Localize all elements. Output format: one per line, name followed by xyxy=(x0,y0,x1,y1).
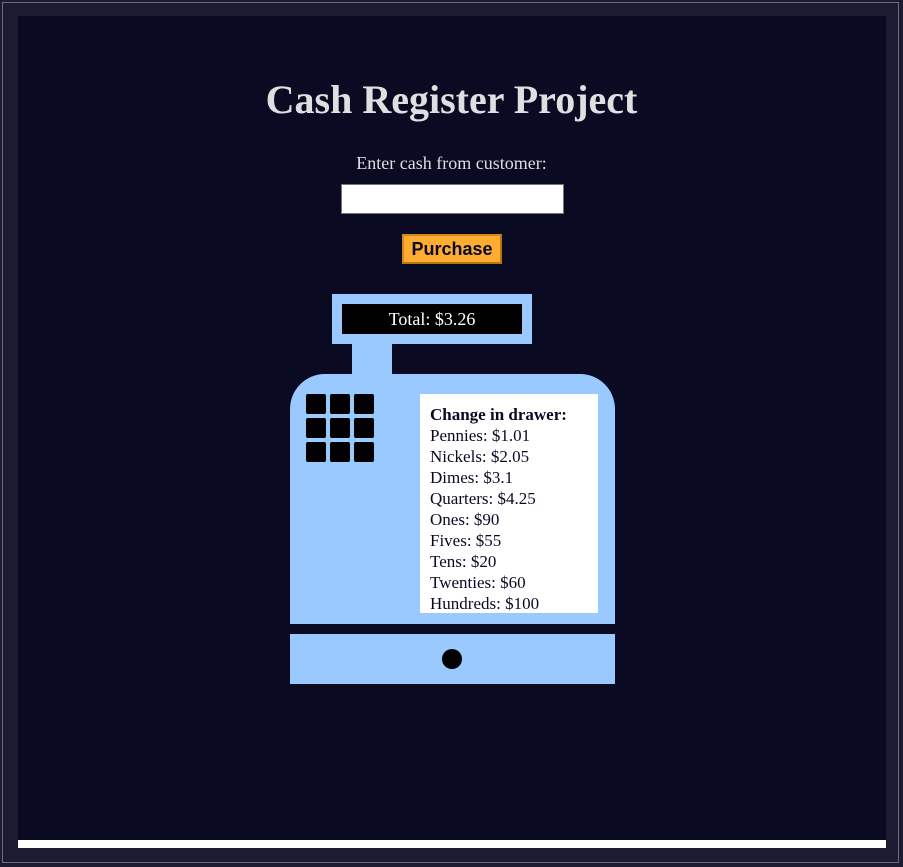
drawer-line-dimes: Dimes: $3.1 xyxy=(430,468,514,487)
drawer-line-tens: Tens: $20 xyxy=(430,552,497,571)
keypad-key xyxy=(306,394,326,414)
drawer-line-nickels: Nickels: $2.05 xyxy=(430,447,530,466)
keypad-key xyxy=(354,418,374,438)
drawer-line-pennies: Pennies: $1.01 xyxy=(430,426,531,445)
purchase-button[interactable]: Purchase xyxy=(402,234,502,264)
cash-drawer xyxy=(290,634,615,684)
change-in-drawer-heading: Change in drawer: xyxy=(430,405,567,424)
register-body: Change in drawer: Pennies: $1.01 Nickels… xyxy=(290,374,615,624)
drawer-line-quarters: Quarters: $4.25 xyxy=(430,489,536,508)
change-in-drawer-panel: Change in drawer: Pennies: $1.01 Nickels… xyxy=(420,394,598,613)
drawer-line-ones: Ones: $90 xyxy=(430,510,500,529)
drawer-line-hundreds: Hundreds: $100 xyxy=(430,594,540,613)
knob-icon xyxy=(442,649,462,669)
keypad-key xyxy=(330,442,350,462)
keypad-key xyxy=(306,442,326,462)
drawer-line-fives: Fives: $55 xyxy=(430,531,502,550)
register-neck xyxy=(352,344,392,376)
cash-input-label: Enter cash from customer: xyxy=(356,153,547,173)
footer-bar xyxy=(18,840,886,848)
keypad-key xyxy=(306,418,326,438)
keypad-icon xyxy=(306,394,376,464)
keypad-key xyxy=(330,418,350,438)
total-display: Total: $3.26 xyxy=(342,304,522,334)
keypad-key xyxy=(354,442,374,462)
drawer-line-twenties: Twenties: $60 xyxy=(430,573,526,592)
keypad-key xyxy=(330,394,350,414)
keypad-key xyxy=(354,394,374,414)
cash-input[interactable] xyxy=(341,184,564,214)
page-title: Cash Register Project xyxy=(265,77,638,122)
register-display: Total: $3.26 xyxy=(332,294,532,344)
